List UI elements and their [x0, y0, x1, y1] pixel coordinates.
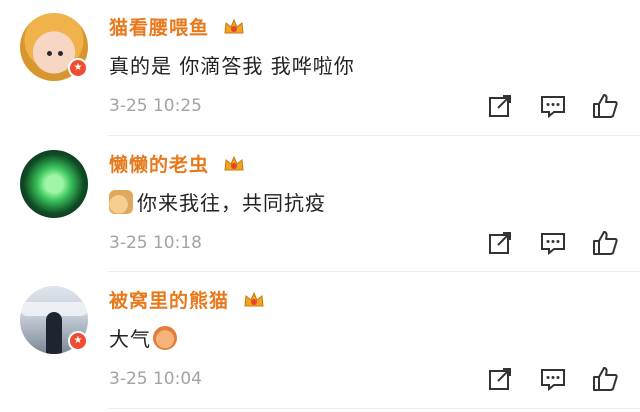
share-icon [489, 368, 511, 390]
comment-item: ★ 被窝里的熊猫 大气 3-25 10:04 [0, 273, 640, 410]
share-button[interactable] [486, 229, 514, 257]
thumbs-up-icon [593, 231, 618, 255]
divider [108, 135, 640, 136]
hands-emoji [153, 326, 177, 350]
username-text: 猫看腰喂鱼 [109, 17, 210, 39]
timestamp: 3-25 10:04 [109, 369, 202, 389]
reply-button[interactable] [539, 229, 567, 257]
username[interactable]: 懒懒的老虫 [109, 150, 245, 177]
username[interactable]: 猫看腰喂鱼 [109, 13, 245, 40]
timestamp: 3-25 10:18 [109, 233, 202, 253]
like-button[interactable] [591, 92, 619, 120]
comment-list: ★ 猫看腰喂鱼 真的是 你滴答我 我哗啦你 3-25 10:25 懒懒的老虫 你… [0, 0, 640, 412]
thumbs-up-icon [593, 367, 618, 391]
comment-text-content: 大气 [109, 327, 151, 351]
comment-text: 你来我往，共同抗疫 [109, 187, 326, 216]
username[interactable]: 被窝里的熊猫 [109, 286, 265, 313]
star-badge-icon: ★ [68, 331, 88, 351]
divider [108, 271, 640, 272]
reply-button[interactable] [539, 92, 567, 120]
thumbs-up-icon [593, 94, 618, 118]
comment-text: 真的是 你滴答我 我哗啦你 [109, 54, 355, 78]
thumbs-up-emoji [109, 190, 133, 214]
share-icon [489, 232, 511, 254]
divider [108, 408, 640, 409]
share-icon [489, 95, 511, 117]
comment-icon [541, 233, 565, 256]
share-button[interactable] [486, 365, 514, 393]
crown-icon [244, 291, 264, 307]
comment-text: 大气 [109, 323, 181, 352]
username-text: 被窝里的熊猫 [109, 290, 230, 312]
like-button[interactable] [591, 229, 619, 257]
reply-button[interactable] [539, 365, 567, 393]
comment-icon [541, 369, 565, 392]
avatar[interactable] [20, 150, 88, 218]
timestamp: 3-25 10:25 [109, 96, 202, 116]
star-badge-icon: ★ [68, 58, 88, 78]
crown-icon [224, 18, 244, 34]
share-button[interactable] [486, 92, 514, 120]
comment-text-content: 你来我往，共同抗疫 [137, 191, 326, 215]
like-button[interactable] [591, 365, 619, 393]
comment-item: ★ 猫看腰喂鱼 真的是 你滴答我 我哗啦你 3-25 10:25 [0, 0, 640, 137]
comment-icon [541, 96, 565, 119]
username-text: 懒懒的老虫 [109, 154, 210, 176]
crown-icon [224, 155, 244, 171]
comment-item: 懒懒的老虫 你来我往，共同抗疫 3-25 10:18 [0, 137, 640, 274]
